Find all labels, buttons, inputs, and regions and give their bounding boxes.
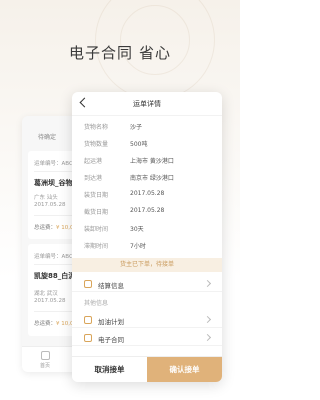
price-label: 总运费：	[34, 225, 57, 231]
row-label: 电子合同	[98, 336, 124, 344]
order-title: 葛洲坝_谷物	[34, 179, 73, 187]
detail-key: 装货日期	[84, 192, 109, 199]
detail-row-cutoff-date: 截货日期 2017.05.28	[84, 207, 214, 218]
detail-value: 7小时	[130, 243, 146, 250]
detail-row-cargo-quantity: 货物数量 500吨	[84, 139, 214, 150]
detail-value: 30天	[130, 226, 144, 233]
detail-row-loading-date: 装货日期 2017.05.28	[84, 190, 214, 201]
settlement-info-row[interactable]: 结算信息	[72, 276, 222, 292]
chevron-right-icon	[203, 315, 212, 324]
detail-row-cargo-name: 货物名称 沙子	[84, 122, 214, 133]
chevron-right-icon	[203, 279, 212, 288]
detail-value: 南京市 绿沙港口	[130, 175, 174, 182]
headline: 电子合同 省心	[0, 42, 240, 63]
order-route: 湖北 武汉	[34, 291, 58, 297]
headline-part2: 省心	[139, 44, 172, 62]
detail-key: 滞期时间	[84, 243, 109, 250]
price-label: 总运费：	[34, 321, 57, 327]
order-title: 凯旋88_白泥	[34, 272, 76, 280]
chevron-right-icon	[203, 333, 212, 342]
headline-part1: 电子合同	[68, 44, 133, 62]
detail-key: 货物数量	[84, 141, 109, 148]
detail-value: 上海市 黄沙港口	[130, 158, 174, 165]
page-title: 运单详情	[133, 100, 161, 108]
detail-value: 沙子	[130, 124, 143, 131]
detail-row-handling-time: 装卸时间 30天	[84, 224, 214, 235]
fuel-icon	[84, 316, 92, 324]
detail-row-origin-port: 起运港 上海市 黄沙港口	[84, 156, 214, 167]
wallet-icon	[84, 280, 92, 288]
contract-icon	[84, 334, 92, 342]
action-bar: 取消接单 确认接单	[72, 356, 222, 382]
detail-key: 装卸时间	[84, 226, 109, 233]
detail-value: 500吨	[130, 141, 148, 148]
detail-header: 运单详情	[72, 92, 222, 116]
order-date: 2017.05.28	[34, 202, 66, 208]
confirm-order-button[interactable]: 确认接单	[147, 357, 222, 382]
row-label: 结算信息	[98, 282, 124, 290]
fuel-plan-row[interactable]: 加油计划	[72, 312, 222, 328]
detail-value: 2017.05.28	[130, 190, 165, 197]
detail-row-destination-port: 到达港 南京市 绿沙港口	[84, 173, 214, 184]
detail-key: 起运港	[84, 158, 103, 165]
section-label: 其他信息	[84, 300, 109, 307]
order-route: 广东 汕头	[34, 195, 58, 201]
decorative-circle	[120, 5, 190, 75]
detail-value: 2017.05.28	[130, 207, 165, 214]
order-detail-screen: 运单详情 货物名称 沙子 货物数量 500吨 起运港 上海市 黄沙港口 到达港 …	[72, 92, 222, 382]
row-label: 加油计划	[98, 318, 124, 326]
detail-row-demurrage-time: 滞期时间 7小时	[84, 241, 214, 252]
e-contract-row[interactable]: 电子合同	[72, 330, 222, 346]
detail-key: 到达港	[84, 175, 103, 182]
status-banner: 货主已下单，待接单	[72, 258, 222, 272]
home-icon	[40, 351, 50, 360]
cancel-order-button[interactable]: 取消接单	[72, 357, 147, 382]
detail-key: 货物名称	[84, 124, 109, 131]
nav-home[interactable]: 首页	[30, 351, 60, 369]
nav-label: 首页	[39, 363, 50, 369]
order-date: 2017.05.28	[34, 298, 66, 304]
detail-key: 截货日期	[84, 209, 109, 216]
tab-pending[interactable]: 待确定	[38, 132, 56, 141]
